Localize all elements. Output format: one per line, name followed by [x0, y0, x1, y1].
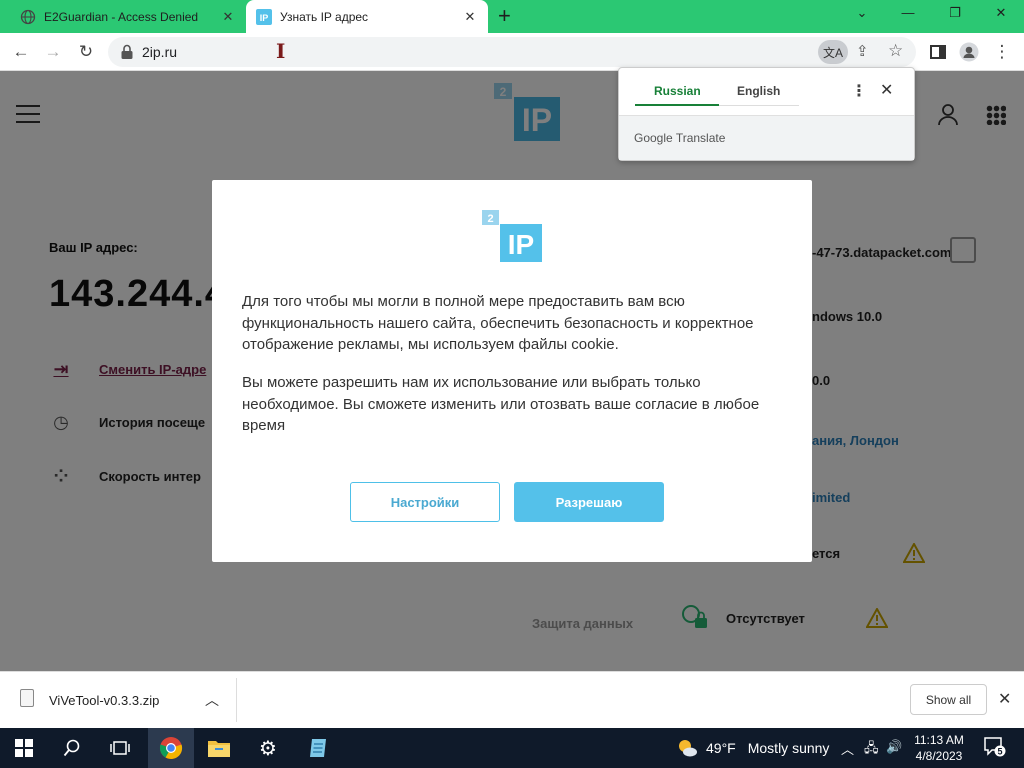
windows-start-icon[interactable]: [12, 728, 36, 768]
svg-text:IP: IP: [508, 229, 534, 260]
task-view-icon[interactable]: [106, 728, 134, 768]
download-bar: ViVeTool-v0.3.3.zip ︿ Show all ✕: [0, 671, 1024, 728]
zip-file-icon: [20, 689, 34, 707]
chevron-down-icon[interactable]: ⌄: [852, 5, 872, 21]
tab-strip: E2Guardian - Access Denied ✕ IP Узнать I…: [0, 0, 1024, 33]
translate-icon[interactable]: 文A: [818, 40, 848, 64]
cookie-settings-button[interactable]: Настройки: [350, 482, 500, 522]
google-translate-popup: Russian English ⋮ ✕ Google Translate: [618, 67, 915, 161]
more-options-icon[interactable]: ⋮: [851, 81, 867, 101]
tab-e2guardian[interactable]: E2Guardian - Access Denied ✕: [10, 0, 246, 33]
active-tab-indicator: [635, 104, 719, 106]
notification-icon[interactable]: 5: [984, 737, 1006, 757]
chevron-up-icon[interactable]: ︿: [841, 739, 854, 758]
cookie-text-paragraph-1: Для того чтобы мы могли в полной мере пр…: [242, 293, 754, 353]
page-content: 2 IP Ваш IP адрес: 143.244.4 ⇥ Сменить I…: [0, 71, 1024, 671]
search-icon[interactable]: [58, 728, 86, 768]
browser-toolbar: ← → ↻ 2ip.ru I 文A ⇪ ☆ ⋮: [0, 33, 1024, 71]
file-explorer-icon[interactable]: [199, 728, 239, 768]
weather-text: Mostly sunny: [747, 740, 830, 756]
restore-button[interactable]: ❐: [945, 5, 965, 21]
url-text[interactable]: 2ip.ru: [142, 44, 177, 60]
text-cursor-icon: I: [276, 39, 286, 63]
forward-icon[interactable]: →: [42, 41, 64, 63]
back-icon[interactable]: ←: [10, 41, 32, 63]
lock-icon[interactable]: [120, 44, 134, 60]
reload-icon[interactable]: ↻: [75, 41, 97, 63]
clock-time: 11:13 AM: [914, 733, 964, 747]
chevron-up-icon[interactable]: ︿: [205, 690, 219, 710]
google-translate-brand: Google Translate: [634, 131, 726, 145]
svg-text:5: 5: [997, 747, 1002, 757]
weather-widget[interactable]: 49°F Mostly sunny: [676, 737, 829, 759]
address-bar[interactable]: 2ip.ru I 文A ⇪ ☆: [108, 37, 916, 67]
notepad-app-icon[interactable]: [296, 728, 340, 768]
language-tab-english[interactable]: English: [737, 84, 780, 98]
show-all-button[interactable]: Show all: [910, 684, 987, 715]
cookie-allow-button[interactable]: Разрешаю: [514, 482, 664, 522]
language-tab-russian[interactable]: Russian: [654, 84, 701, 98]
translate-footer: Google Translate: [619, 116, 914, 160]
close-icon[interactable]: ✕: [880, 80, 893, 100]
new-tab-button[interactable]: +: [498, 4, 511, 28]
tab-2ip[interactable]: IP Узнать IP адрес ✕: [246, 0, 488, 33]
cookie-consent-dialog: 2 IP Для того чтобы мы могли в полной ме…: [212, 180, 812, 562]
close-tab-icon[interactable]: ✕: [462, 9, 478, 25]
volume-icon[interactable]: 🔊: [886, 739, 902, 755]
network-icon[interactable]: 🖧: [864, 739, 879, 761]
close-window-button[interactable]: ✕: [991, 5, 1011, 21]
minimize-button[interactable]: —: [898, 5, 918, 20]
chrome-menu-icon[interactable]: ⋮: [991, 41, 1013, 63]
partly-sunny-icon: [679, 740, 697, 757]
divider: [236, 678, 237, 722]
clock-date: 4/8/2023: [915, 749, 963, 763]
2ip-favicon-icon: IP: [256, 8, 272, 25]
windows-taskbar: ⚙ 49°F Mostly sunny ︿ 🖧 🔊 11:13 AM 4/8/2…: [0, 728, 1024, 768]
close-download-bar-icon[interactable]: ✕: [998, 689, 1011, 709]
globe-icon: [20, 9, 36, 24]
settings-gear-icon[interactable]: ⚙: [246, 728, 290, 768]
chrome-taskbar-icon[interactable]: [148, 728, 194, 768]
tab-title: Узнать IP адрес: [280, 9, 369, 24]
weather-temp: 49°F: [706, 740, 736, 756]
download-filename[interactable]: ViVeTool-v0.3.3.zip: [49, 693, 159, 708]
svg-text:IP: IP: [260, 13, 269, 23]
cookie-text-paragraph-2: Вы можете разрешить нам их использование…: [242, 374, 760, 434]
2ip-logo: 2 IP: [482, 210, 542, 262]
tab-title: E2Guardian - Access Denied: [44, 9, 199, 24]
share-icon[interactable]: ⇪: [856, 42, 869, 60]
profile-avatar-icon[interactable]: [958, 41, 980, 63]
system-clock[interactable]: 11:13 AM 4/8/2023: [906, 732, 972, 764]
side-panel-icon[interactable]: [927, 41, 949, 63]
bookmark-star-icon[interactable]: ☆: [888, 41, 903, 61]
svg-text:2: 2: [487, 213, 493, 225]
close-tab-icon[interactable]: ✕: [220, 9, 236, 25]
